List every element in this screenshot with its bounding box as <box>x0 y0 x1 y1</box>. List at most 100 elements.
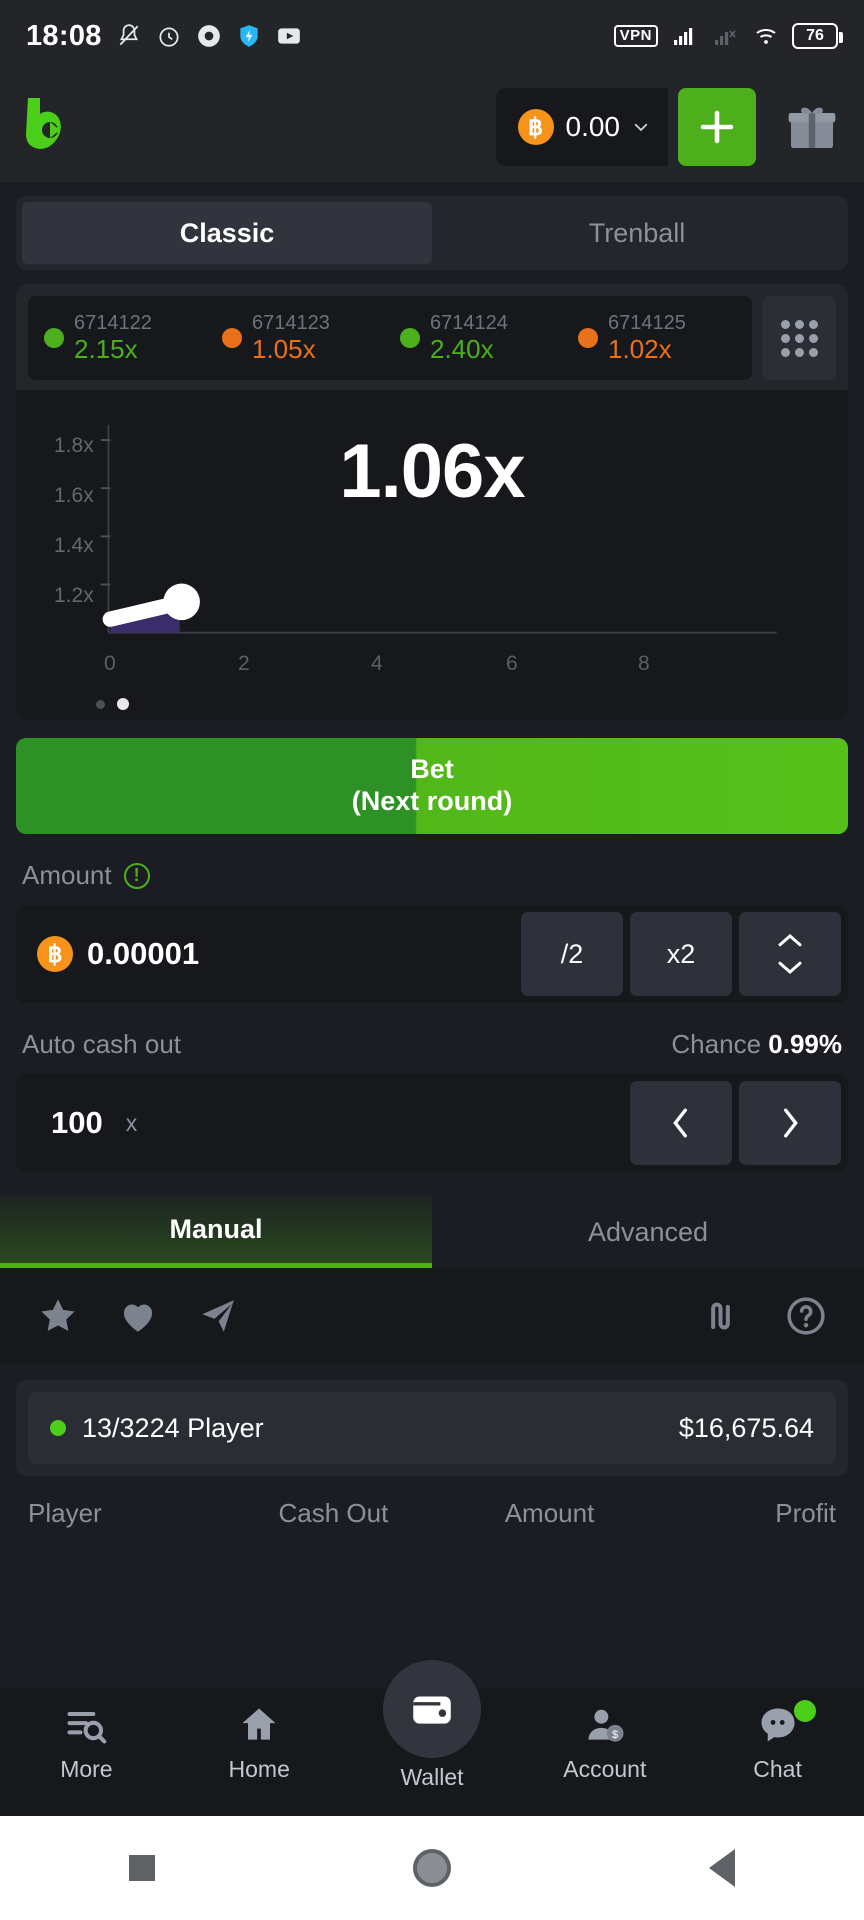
round-history: 6714122 2.15x 6714123 1.05x 6714124 2.40… <box>28 296 836 380</box>
column-player: Player <box>28 1498 102 1528</box>
players-total-amount: $16,675.64 <box>678 1412 814 1443</box>
main-content: Classic Trenball 6714122 2.15x 6714123 1… <box>0 196 864 1529</box>
game-mode-tabs: Classic Trenball <box>16 196 848 270</box>
history-round-id: 6714123 <box>252 312 330 335</box>
brand-logo <box>26 98 61 149</box>
nav-item-home[interactable]: Home <box>173 1702 346 1783</box>
history-round-id: 6714125 <box>608 312 686 335</box>
nav-item-chat[interactable]: Chat <box>691 1700 864 1783</box>
game-panel: 6714122 2.15x 6714123 1.05x 6714124 2.40… <box>16 284 848 720</box>
x-tick-label: 2 <box>238 652 250 675</box>
recents-button[interactable] <box>129 1855 155 1881</box>
x-tick-label: 4 <box>371 652 383 675</box>
history-round-id: 6714124 <box>430 312 508 335</box>
chevron-down-icon <box>778 961 802 974</box>
history-grid-button[interactable] <box>762 296 836 380</box>
round-status-dot <box>222 328 242 348</box>
more-search-icon <box>63 1702 109 1748</box>
autocashout-value: 100 <box>51 1105 103 1140</box>
svg-text:$: $ <box>612 1729 618 1741</box>
signal-off-icon <box>715 30 736 45</box>
balance-amount: 0.00 <box>565 111 621 142</box>
trend-icon[interactable] <box>704 1294 748 1338</box>
bottom-navigation: More Home Wallet $ Account Chat <box>0 1660 864 1816</box>
vpn-shield-icon <box>240 25 258 47</box>
players-summary-row[interactable]: 13/3224 Player $16,675.64 <box>28 1392 836 1464</box>
autocashout-increase-button[interactable] <box>739 1081 841 1165</box>
tab-manual[interactable]: Manual <box>0 1196 432 1268</box>
autocashout-input[interactable]: 100 x <box>23 1105 623 1141</box>
players-table-header: Player Cash Out Amount Profit <box>0 1476 864 1529</box>
star-icon[interactable] <box>36 1294 80 1338</box>
tab-trenball[interactable]: Trenball <box>432 202 842 264</box>
round-status-dot <box>400 328 420 348</box>
plus-icon <box>700 110 734 144</box>
history-multiplier: 2.15x <box>74 333 138 364</box>
deposit-button[interactable] <box>678 88 756 166</box>
tab-classic[interactable]: Classic <box>22 202 432 264</box>
autocashout-label: Auto cash out <box>22 1029 181 1059</box>
amount-input-row: ฿ 0.00001 /2 x2 <box>16 905 848 1003</box>
nav-label-home: Home <box>228 1756 290 1782</box>
nav-item-wallet[interactable]: Wallet <box>346 1660 519 1791</box>
nav-item-account[interactable]: $ Account <box>518 1702 691 1783</box>
nav-label-chat: Chat <box>753 1756 802 1782</box>
autocashout-decrease-button[interactable] <box>630 1081 732 1165</box>
status-bar: 18:08 VPN 76 <box>0 0 864 72</box>
mute-icon <box>119 24 139 46</box>
wallet-icon <box>382 1660 481 1758</box>
players-summary-card: 13/3224 Player $16,675.64 <box>16 1380 848 1476</box>
history-item[interactable]: 6714124 2.40x <box>400 312 566 364</box>
history-multiplier: 2.40x <box>430 333 494 364</box>
signal-strong-icon <box>674 28 693 45</box>
grid-dots-icon <box>780 319 818 357</box>
heart-icon[interactable] <box>116 1294 160 1338</box>
chevron-up-icon <box>778 934 802 947</box>
alarm-icon <box>159 27 179 47</box>
nav-label-account: Account <box>563 1756 647 1782</box>
tab-advanced[interactable]: Advanced <box>432 1196 864 1268</box>
chance-label: Chance <box>671 1029 762 1059</box>
bet-button[interactable]: Bet (Next round) <box>16 738 848 834</box>
chart-page-indicator[interactable] <box>96 698 129 710</box>
promotions-button[interactable] <box>782 97 842 157</box>
bitcoin-icon: ฿ <box>37 936 73 972</box>
send-icon[interactable] <box>196 1294 240 1338</box>
back-button[interactable] <box>709 1849 735 1887</box>
battery-indicator: 76 <box>792 23 843 49</box>
round-status-dot <box>44 328 64 348</box>
chart-plot <box>100 424 777 634</box>
autocashout-unit: x <box>125 1109 138 1136</box>
history-item[interactable]: 6714123 1.05x <box>222 312 388 364</box>
bet-mode-tabs: Manual Advanced <box>0 1196 864 1268</box>
status-bar-right: VPN 76 <box>613 23 843 49</box>
autocashout-input-row: 100 x <box>16 1074 848 1172</box>
history-item[interactable]: 6714125 1.02x <box>578 312 744 364</box>
home-icon <box>236 1702 282 1748</box>
chevron-down-icon <box>634 123 648 132</box>
round-history-list: 6714122 2.15x 6714123 1.05x 6714124 2.40… <box>28 296 752 380</box>
amount-double-button[interactable]: x2 <box>630 912 732 996</box>
amount-stepper[interactable] <box>739 912 841 996</box>
amount-input[interactable]: ฿ 0.00001 <box>23 936 514 972</box>
app-header: ฿ 0.00 <box>0 72 864 182</box>
online-status-dot <box>50 1420 66 1436</box>
nav-label-more: More <box>60 1756 113 1782</box>
vpn-badge: VPN <box>613 25 658 47</box>
account-icon: $ <box>582 1702 628 1748</box>
chat-unread-badge <box>793 1700 816 1722</box>
crash-chart: 1.06x 1.8x 1.6x 1.4x 1.2x 0 2 4 6 8 <box>16 390 848 720</box>
history-item[interactable]: 6714122 2.15x <box>44 312 210 364</box>
warning-icon[interactable]: ! <box>123 862 150 889</box>
x-tick-label: 6 <box>506 652 518 675</box>
players-count: 13/3224 Player <box>82 1412 264 1443</box>
help-icon[interactable] <box>784 1294 828 1338</box>
amount-halve-button[interactable]: /2 <box>521 912 623 996</box>
home-button[interactable] <box>413 1849 451 1887</box>
nav-item-more[interactable]: More <box>0 1702 173 1783</box>
page-dot <box>96 699 105 709</box>
column-amount: Amount <box>504 1498 595 1528</box>
balance-selector[interactable]: ฿ 0.00 <box>495 88 668 166</box>
gift-icon <box>788 107 836 148</box>
amount-label: Amount <box>22 860 112 890</box>
